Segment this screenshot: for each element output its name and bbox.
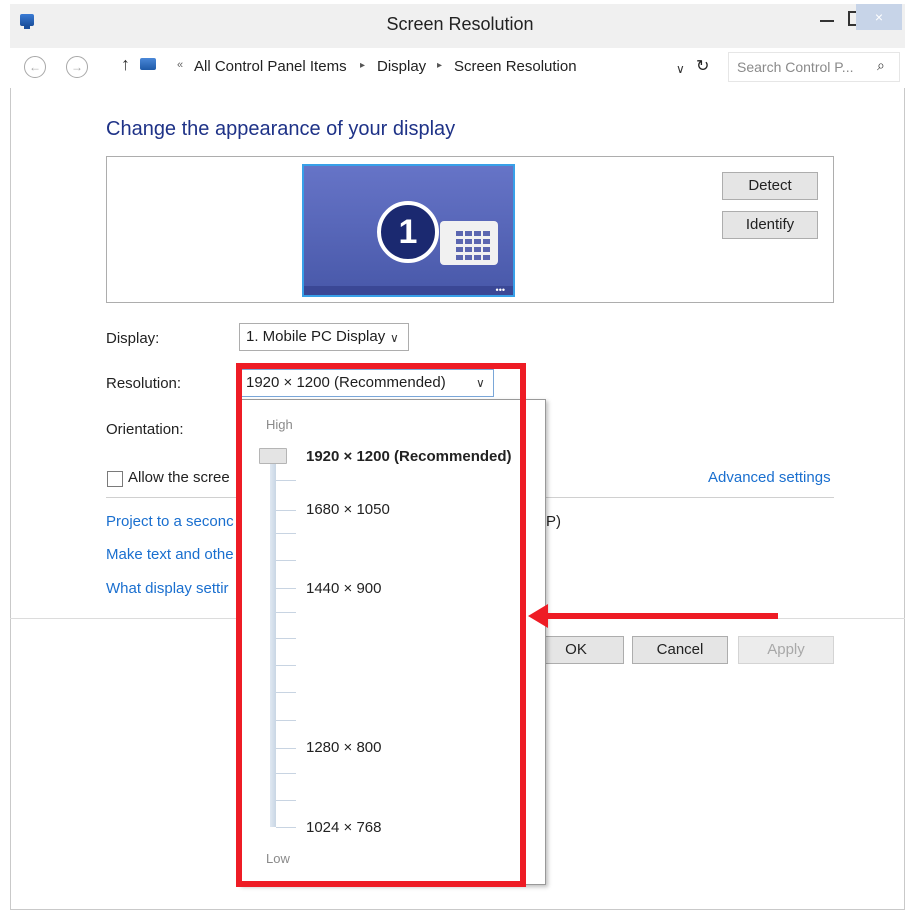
control-panel-icon bbox=[140, 58, 156, 70]
address-dropdown-icon[interactable]: ∨ bbox=[676, 62, 685, 76]
display-chevron-down-icon[interactable]: ∨ bbox=[390, 331, 399, 345]
monitor-taskbar: ••• bbox=[304, 286, 513, 295]
breadcrumb-separator-icon[interactable]: ▸ bbox=[360, 60, 365, 71]
resolution-label: Resolution: bbox=[106, 375, 182, 392]
advanced-settings-link[interactable]: Advanced settings bbox=[708, 469, 831, 486]
page-title: Change the appearance of your display bbox=[106, 118, 456, 140]
identify-button[interactable]: Identify bbox=[722, 211, 818, 239]
what-display-settings-link[interactable]: What display settir bbox=[106, 580, 229, 597]
breadcrumb-separator-icon[interactable]: ▸ bbox=[437, 60, 442, 71]
project-link-suffix: P) bbox=[546, 513, 561, 530]
back-button[interactable]: ← bbox=[24, 56, 46, 78]
highlight-box bbox=[236, 363, 526, 887]
cancel-button[interactable]: Cancel bbox=[632, 636, 728, 664]
breadcrumb-item-screen-resolution[interactable]: Screen Resolution bbox=[454, 58, 577, 75]
annotation-arrow bbox=[546, 613, 778, 619]
detect-button[interactable]: Detect bbox=[722, 172, 818, 200]
breadcrumb-item-display[interactable]: Display bbox=[377, 58, 426, 75]
refresh-icon[interactable]: ↻ bbox=[696, 56, 709, 76]
apply-button: Apply bbox=[738, 636, 834, 664]
monitor-number-badge: 1 bbox=[377, 201, 439, 263]
forward-button[interactable]: → bbox=[66, 56, 88, 78]
window-title: Screen Resolution bbox=[386, 14, 534, 34]
breadcrumb-overflow[interactable]: « bbox=[177, 59, 183, 71]
make-text-link[interactable]: Make text and othe bbox=[106, 546, 234, 563]
display-label: Display: bbox=[106, 330, 160, 347]
allow-checkbox-label[interactable]: Allow the scree bbox=[128, 469, 230, 486]
search-icon[interactable]: ⌕ bbox=[877, 57, 885, 74]
start-grid-icon bbox=[440, 221, 498, 265]
search-input[interactable]: Search Control P... bbox=[737, 59, 853, 75]
minimize-button[interactable] bbox=[816, 4, 838, 30]
display-select-value: 1. Mobile PC Display bbox=[246, 328, 386, 345]
allow-checkbox[interactable] bbox=[107, 471, 123, 487]
search-box[interactable]: Search Control P... ⌕ bbox=[728, 52, 900, 82]
display-select[interactable]: 1. Mobile PC Display bbox=[239, 323, 409, 351]
display-app-icon bbox=[20, 14, 34, 29]
breadcrumb-item-all-control-panel[interactable]: All Control Panel Items bbox=[194, 58, 347, 75]
close-button[interactable]: × bbox=[856, 4, 902, 30]
orientation-label: Orientation: bbox=[106, 421, 184, 438]
up-arrow-icon[interactable]: ↑ bbox=[121, 54, 130, 75]
annotation-arrow-head-icon bbox=[528, 604, 548, 628]
project-link[interactable]: Project to a seconc bbox=[106, 513, 234, 530]
monitor-dots-icon: ••• bbox=[495, 285, 505, 295]
